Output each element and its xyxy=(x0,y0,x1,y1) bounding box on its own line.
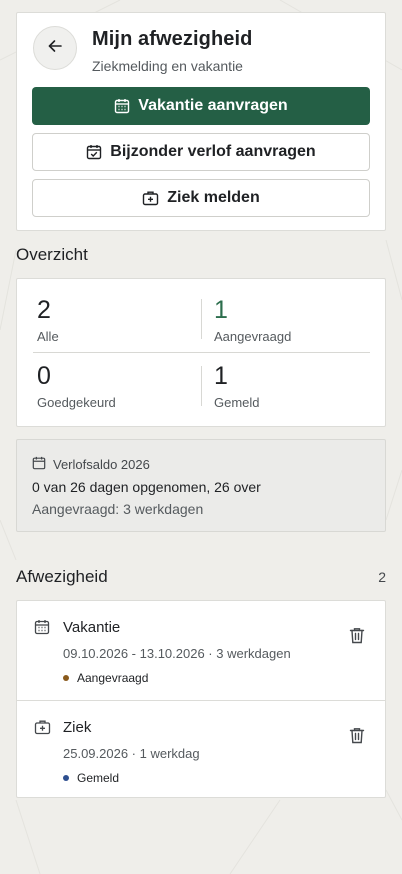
overview-card: 2 Alle 1 Aangevraagd 0 Goedgekeurd 1 Gem… xyxy=(16,278,386,427)
absence-dates: 25.09.2026 · 1 werkdag xyxy=(63,746,200,761)
divider xyxy=(201,366,202,406)
leave-balance-header: Verlofsaldo 2026 xyxy=(32,456,150,473)
page-title: Mijn afwezigheid xyxy=(92,28,253,50)
leave-balance-summary: 0 van 26 dagen opgenomen, 26 over xyxy=(32,479,261,495)
status-badge: Aangevraagd xyxy=(63,671,148,685)
absence-list: Vakantie 09.10.2026 - 13.10.2026 · 3 wer… xyxy=(16,600,386,798)
calendar-icon xyxy=(114,98,130,114)
stat-all-value: 2 xyxy=(37,296,51,324)
absences-count: 2 xyxy=(378,569,386,585)
page-subtitle: Ziekmelding en vakantie xyxy=(92,58,243,74)
calendar-icon xyxy=(34,619,50,640)
leave-balance-card: Verlofsaldo 2026 0 van 26 dagen opgenome… xyxy=(16,439,386,532)
status-label: Aangevraagd xyxy=(77,671,149,685)
stat-requested-value: 1 xyxy=(214,296,228,324)
status-dot xyxy=(63,775,69,781)
report-sick-label: Ziek melden xyxy=(167,189,260,206)
stat-reported-value: 1 xyxy=(214,362,228,390)
request-special-leave-button[interactable]: Bijzonder verlof aanvragen xyxy=(32,133,370,171)
stat-reported: 1 Gemeld xyxy=(214,362,374,410)
leave-balance-requested: Aangevraagd: 3 werkdagen xyxy=(32,501,204,517)
overview-heading: Overzicht xyxy=(16,245,88,264)
calendar-check-icon xyxy=(86,144,102,160)
leave-balance-title: Verlofsaldo 2026 xyxy=(53,457,150,472)
header-card: Mijn afwezigheid Ziekmelding en vakantie… xyxy=(16,12,386,231)
stat-reported-label: Gemeld xyxy=(214,395,260,410)
request-vacation-button[interactable]: Vakantie aanvragen xyxy=(32,87,370,125)
medical-case-icon xyxy=(34,719,51,740)
stat-all-label: Alle xyxy=(37,329,59,344)
arrow-left-icon xyxy=(47,38,63,59)
calendar-icon xyxy=(32,456,46,473)
trash-icon[interactable] xyxy=(349,627,365,649)
list-item[interactable]: Vakantie 09.10.2026 - 13.10.2026 · 3 wer… xyxy=(17,601,385,700)
divider xyxy=(201,299,202,339)
request-special-leave-label: Bijzonder verlof aanvragen xyxy=(110,143,316,160)
status-dot xyxy=(63,675,69,681)
stat-approved-label: Goedgekeurd xyxy=(37,395,116,410)
report-sick-button[interactable]: Ziek melden xyxy=(32,179,370,217)
status-label: Gemeld xyxy=(77,771,120,785)
list-item[interactable]: Ziek 25.09.2026 · 1 werkdag Gemeld xyxy=(17,700,385,799)
trash-icon[interactable] xyxy=(349,727,365,749)
medical-case-icon xyxy=(142,190,159,206)
divider xyxy=(33,352,370,353)
request-vacation-label: Vakantie aanvragen xyxy=(138,97,288,114)
back-button[interactable] xyxy=(33,26,77,70)
stat-all: 2 Alle xyxy=(37,296,197,344)
absence-title: Ziek xyxy=(63,719,92,736)
absence-title: Vakantie xyxy=(63,619,121,636)
absences-heading: Afwezigheid xyxy=(16,567,108,586)
stat-requested: 1 Aangevraagd xyxy=(214,296,374,344)
stat-requested-label: Aangevraagd xyxy=(214,329,292,344)
stat-approved-value: 0 xyxy=(37,362,51,390)
absence-dates: 09.10.2026 - 13.10.2026 · 3 werkdagen xyxy=(63,646,291,661)
stat-approved: 0 Goedgekeurd xyxy=(37,362,197,410)
status-badge: Gemeld xyxy=(63,771,119,785)
